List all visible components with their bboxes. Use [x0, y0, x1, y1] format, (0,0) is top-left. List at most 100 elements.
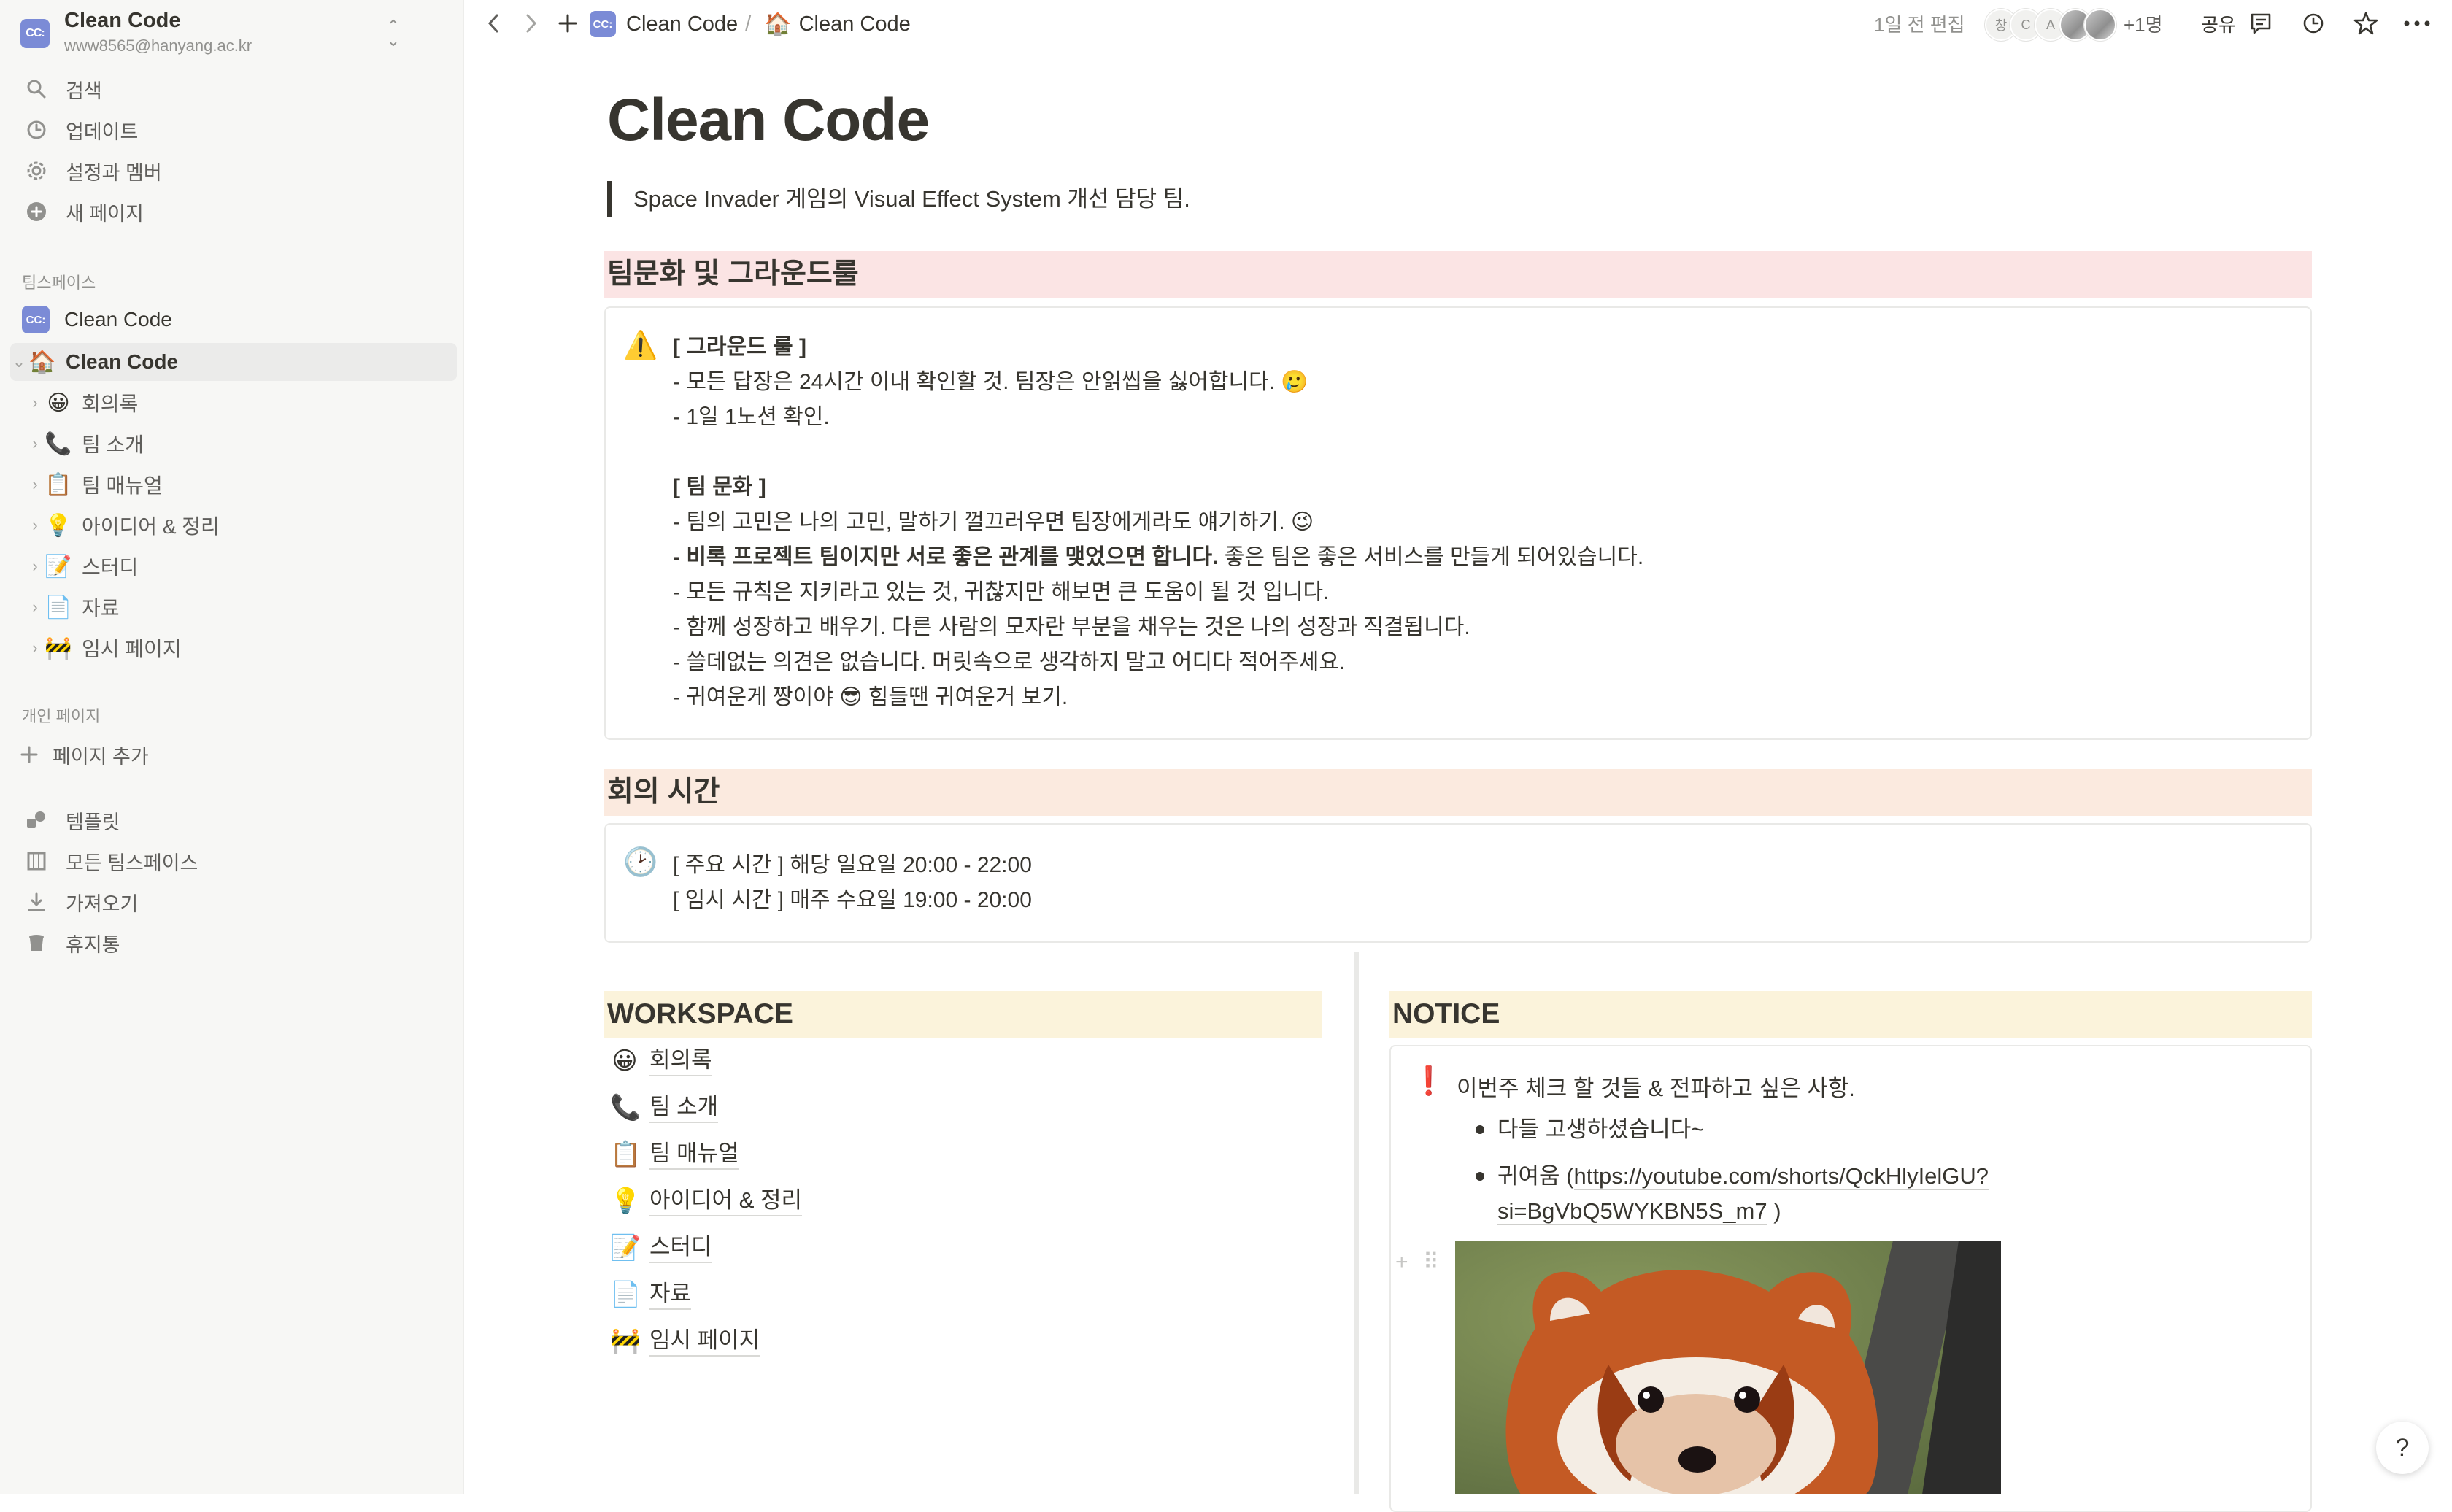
culture-line: - 쓸데없는 의견은 없습니다. 머릿속으로 생각하지 말고 어디다 적어주세요…: [673, 650, 1346, 674]
chevron-right-icon[interactable]: ›: [26, 475, 44, 494]
chevron-updown-icon: ⌃ ⌄: [386, 17, 400, 50]
sidebar-child-page[interactable]: › 📞 팀 소개: [26, 425, 457, 463]
sidebar-nav-label: 설정과 멤버: [66, 161, 162, 184]
sidebar-item-label: 팀 매뉴얼: [82, 474, 163, 497]
heading-team-culture[interactable]: 팀문화 및 그라운드룰: [604, 251, 2312, 298]
chevron-down-icon[interactable]: ⌄: [10, 352, 28, 371]
sidebar-settings[interactable]: 설정과 멤버: [10, 152, 455, 190]
sidebar-child-page[interactable]: › 😀 회의록: [26, 384, 457, 422]
notice-bullet[interactable]: 다들 고생하셨습니다~: [1497, 1112, 1704, 1147]
share-button[interactable]: 공유: [2201, 10, 2236, 37]
rule-line: - 모든 답장은 24시간 이내 확인할 것. 팀장은 안읽씹을 싫어합니다. …: [673, 370, 1308, 394]
workspace-page-link[interactable]: 🚧 임시 페이지: [610, 1322, 760, 1360]
back-arrow-icon[interactable]: [479, 6, 508, 41]
more-icon[interactable]: [2399, 6, 2434, 41]
sidebar-child-page[interactable]: › 💡 아이디어 & 정리: [26, 506, 457, 544]
quote-block[interactable]: Space Invader 게임의 Visual Effect System 개…: [607, 181, 1190, 217]
warning-icon: ⚠️: [623, 331, 658, 361]
building-icon: [23, 848, 50, 874]
sidebar-new-page[interactable]: 새 페이지: [10, 193, 455, 231]
sidebar-page-clean-code[interactable]: ⌄ 🏠 Clean Code: [10, 343, 457, 381]
heading-notice[interactable]: NOTICE: [1389, 991, 2312, 1038]
rule-line: - 1일 1노션 확인.: [673, 405, 830, 429]
notice-title: 이번주 체크 할 것들 & 전파하고 싶은 사항.: [1457, 1076, 1855, 1101]
page-emoji-icon: 📝: [45, 554, 72, 579]
house-icon: 🏠: [28, 350, 56, 374]
breadcrumb: CC: Clean Code / 🏠 Clean Code: [590, 7, 911, 41]
callout-text: [ 그라운드 룰 ] - 모든 답장은 24시간 이내 확인할 것. 팀장은 안…: [673, 330, 1643, 715]
heading-meeting-time[interactable]: 회의 시간: [604, 769, 2312, 816]
sidebar-nav-label: 업데이트: [66, 120, 139, 143]
column-divider[interactable]: [1354, 952, 1359, 1494]
sidebar-child-page[interactable]: › 📝 스터디: [26, 547, 457, 585]
chevron-right-icon[interactable]: ›: [26, 434, 44, 453]
callout-meeting-time[interactable]: 🕑 [ 주요 시간 ] 해당 일요일 20:00 - 22:00 [ 임시 시간…: [604, 823, 2312, 943]
block-drag-handle-icon[interactable]: + ⠿: [1395, 1249, 1443, 1275]
teamspace-name: Clean Code: [64, 308, 172, 331]
workspace-page-link[interactable]: 😀 회의록: [610, 1042, 712, 1080]
sidebar-child-page[interactable]: › 📄 자료: [26, 588, 457, 626]
sidebar-updates[interactable]: 업데이트: [10, 111, 455, 149]
comment-icon[interactable]: [2245, 6, 2277, 41]
star-icon[interactable]: [2350, 6, 2382, 41]
sidebar-item-label: 팀 소개: [82, 433, 144, 456]
chevron-right-icon[interactable]: ›: [26, 557, 44, 576]
chevron-right-icon[interactable]: ›: [26, 516, 44, 535]
workspace-page-link[interactable]: 📞 팀 소개: [610, 1089, 719, 1127]
sidebar-nav-label: 페이지 추가: [53, 745, 149, 768]
sidebar-item-label: 임시 페이지: [82, 638, 182, 660]
help-button[interactable]: ?: [2376, 1422, 2429, 1474]
heading-workspace[interactable]: WORKSPACE: [604, 991, 1322, 1038]
sidebar-child-page[interactable]: › 📋 팀 매뉴얼: [26, 466, 457, 504]
sidebar-trash[interactable]: 휴지통: [10, 924, 455, 962]
youtube-link[interactable]: si=BgVbQ5WYKBN5S_m7: [1497, 1198, 1767, 1225]
culture-line: - 팀의 고민은 나의 고민, 말하기 껄끄러우면 팀장에게라도 얘기하기. 😉: [673, 510, 1314, 534]
page-link-label: 아이디어 & 정리: [649, 1186, 803, 1216]
sidebar-teamspace[interactable]: CC: Clean Code: [10, 301, 457, 339]
page-emoji-icon: 📄: [610, 1281, 641, 1308]
callout-text: [ 주요 시간 ] 해당 일요일 20:00 - 22:00 [ 임시 시간 ]…: [673, 848, 1032, 918]
workspace-page-link[interactable]: 📋 팀 매뉴얼: [610, 1135, 739, 1173]
history-icon[interactable]: [2297, 6, 2329, 41]
page-emoji-icon: 🚧: [610, 1327, 641, 1355]
sidebar-search[interactable]: 검색: [10, 70, 455, 108]
workspace-page-link[interactable]: 📝 스터디: [610, 1229, 712, 1267]
workspace-switcher[interactable]: CC: Clean Code www8565@hanyang.ac.kr ⌃ ⌄: [20, 9, 458, 60]
avatar[interactable]: [2084, 9, 2116, 41]
page-emoji-icon: 📞: [45, 431, 72, 456]
page-emoji-icon: 📄: [45, 595, 72, 620]
workspace-logo: CC:: [20, 19, 50, 48]
last-edited: 1일 전 편집: [1874, 14, 1965, 36]
sidebar-add-page[interactable]: 페이지 추가: [10, 736, 455, 774]
workspace-name: Clean Code: [64, 9, 181, 32]
chevron-right-icon[interactable]: ›: [26, 639, 44, 657]
red-panda-image: [1455, 1241, 2001, 1494]
forward-arrow-icon[interactable]: [517, 6, 546, 41]
page-emoji-icon: 📞: [610, 1094, 641, 1122]
extra-collaborators[interactable]: +1명: [2124, 10, 2163, 37]
page-emoji-icon: 😀: [612, 1047, 638, 1075]
sidebar-all-teamspaces[interactable]: 모든 팀스페이스: [10, 842, 455, 880]
chevron-right-icon[interactable]: ›: [26, 393, 44, 412]
workspace-page-link[interactable]: 💡 아이디어 & 정리: [610, 1182, 803, 1220]
download-icon: [23, 889, 50, 915]
page-emoji-icon: 📋: [610, 1141, 641, 1168]
sidebar-templates[interactable]: 템플릿: [10, 801, 455, 839]
sidebar-import[interactable]: 가져오기: [10, 883, 455, 921]
notice-bullet[interactable]: 귀여움 (https://youtube.com/shorts/QckHlyIe…: [1497, 1159, 1989, 1229]
callout-ground-rules[interactable]: ⚠️ [ 그라운드 룰 ] - 모든 답장은 24시간 이내 확인할 것. 팀장…: [604, 306, 2312, 740]
breadcrumb-item[interactable]: Clean Code: [626, 12, 738, 36]
breadcrumb-item[interactable]: Clean Code: [799, 12, 911, 36]
workspace-page-link[interactable]: 📄 자료: [610, 1276, 692, 1314]
teamspace-section-label: 팀스페이스: [22, 274, 96, 292]
sidebar-item-label: 아이디어 & 정리: [82, 515, 220, 538]
sidebar-child-page[interactable]: › 🚧 임시 페이지: [26, 629, 457, 667]
add-icon[interactable]: [553, 6, 582, 41]
page-title[interactable]: Clean Code: [607, 86, 930, 155]
page-link-label: 회의록: [649, 1046, 712, 1076]
culture-text: 좋은 팀은 좋은 서비스를 만들게 되어있습니다.: [1218, 545, 1644, 569]
page-link-label: 스터디: [649, 1233, 712, 1263]
chevron-right-icon[interactable]: ›: [26, 598, 44, 617]
rule-title: [ 그라운드 룰 ]: [673, 335, 806, 359]
youtube-link[interactable]: https://youtube.com/shorts/QckHlyIelGU?: [1573, 1163, 1989, 1190]
